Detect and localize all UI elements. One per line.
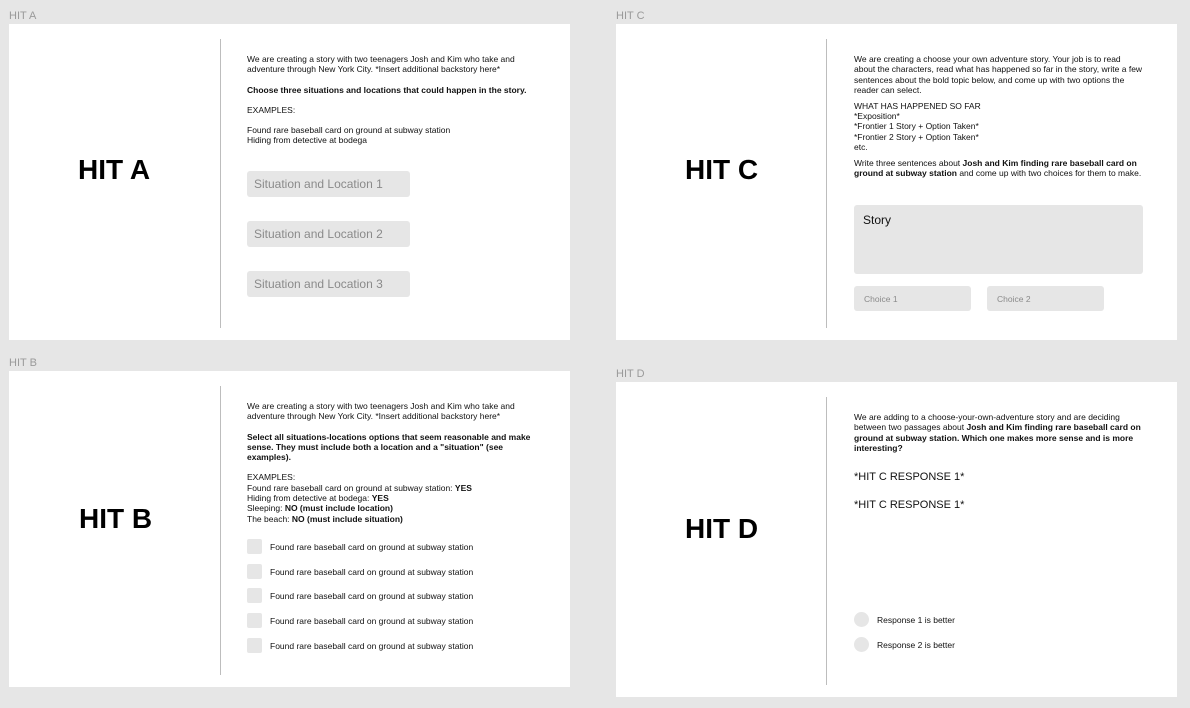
checkbox[interactable] xyxy=(247,539,262,554)
checkbox[interactable] xyxy=(247,613,262,628)
divider xyxy=(826,397,827,685)
hit-b-title: HIT B xyxy=(79,503,153,534)
option-row[interactable]: Found rare baseball card on ground at su… xyxy=(247,539,473,554)
radio-option-2[interactable]: Response 2 is better xyxy=(854,637,955,652)
radio-button[interactable] xyxy=(854,637,869,652)
frame-label-hit-a: HIT A xyxy=(9,10,37,22)
hit-a-frame: HIT A We are creating a story with two t… xyxy=(9,24,570,340)
example-verdict: NO (must include situation) xyxy=(291,513,403,524)
response-2-text: *HIT C RESPONSE 1* xyxy=(854,499,965,511)
hit-b-frame: HIT B We are creating a story with two t… xyxy=(9,371,570,687)
checkbox[interactable] xyxy=(247,564,262,579)
option-label: Found rare baseball card on ground at su… xyxy=(270,590,474,601)
radio-label: Response 1 is better xyxy=(877,614,955,625)
option-label: Found rare baseball card on ground at su… xyxy=(270,640,474,651)
situation-location-3-input[interactable]: Situation and Location 3 xyxy=(247,271,410,297)
frame-label-hit-d: HIT D xyxy=(616,368,645,380)
write-suffix: and come up with two choices for them to… xyxy=(956,167,1142,178)
option-row[interactable]: Found rare baseball card on ground at su… xyxy=(247,638,473,653)
divider xyxy=(220,386,221,675)
write-instruction: Write three sentences about Josh and Kim… xyxy=(854,158,1144,179)
example-verdict: YES xyxy=(454,482,472,493)
example-text: Sleeping: xyxy=(247,503,285,514)
radio-button[interactable] xyxy=(854,612,869,627)
instruction-text: Select all situations-locations options … xyxy=(247,431,531,463)
example-verdict: NO (must include location) xyxy=(284,503,393,514)
hit-a-text: We are creating a story with two teenage… xyxy=(247,54,537,146)
examples-label: EXAMPLES: xyxy=(247,104,296,115)
checkbox[interactable] xyxy=(247,588,262,603)
hit-c-frame: HIT C We are creating a choose your own … xyxy=(616,24,1177,340)
so-far-item: *Frontier 2 Story + Option Taken* xyxy=(854,131,979,142)
choice-2-input[interactable]: Choice 2 xyxy=(987,286,1104,311)
example-item: Hiding from detective at bodega: YES xyxy=(247,493,537,503)
hit-d-frame: HIT D We are adding to a choose-your-own… xyxy=(616,382,1177,697)
hit-c-text: We are creating a choose your own advent… xyxy=(854,54,1144,178)
option-label: Found rare baseball card on ground at su… xyxy=(270,566,474,577)
intro-text: We are adding to a choose-your-own-adven… xyxy=(854,412,1144,453)
so-far-label: WHAT HAS HAPPENED SO FAR xyxy=(854,100,981,111)
so-far-item: etc. xyxy=(854,141,868,152)
response-1-text: *HIT C RESPONSE 1* xyxy=(854,471,965,483)
example-item: Found rare baseball card on ground at su… xyxy=(247,483,537,493)
write-prefix: Write three sentences about xyxy=(854,157,963,168)
hit-d-title: HIT D xyxy=(685,513,759,544)
instruction-text: Choose three situations and locations th… xyxy=(247,84,527,95)
example-text: Found rare baseball card on ground at su… xyxy=(247,482,455,493)
situation-location-2-input[interactable]: Situation and Location 2 xyxy=(247,221,410,247)
option-label: Found rare baseball card on ground at su… xyxy=(270,615,474,626)
example-item: The beach: NO (must include situation) xyxy=(247,514,537,524)
frame-label-hit-c: HIT C xyxy=(616,10,645,22)
hit-b-text: We are creating a story with two teenage… xyxy=(247,401,537,524)
option-row[interactable]: Found rare baseball card on ground at su… xyxy=(247,588,473,603)
intro-text: We are creating a choose your own advent… xyxy=(854,54,1143,95)
example-item: Found rare baseball card on ground at su… xyxy=(247,125,451,136)
hit-d-text: We are adding to a choose-your-own-adven… xyxy=(854,412,1144,453)
situation-location-1-input[interactable]: Situation and Location 1 xyxy=(247,171,410,197)
divider xyxy=(826,39,827,328)
example-item: Sleeping: NO (must include location) xyxy=(247,503,537,513)
divider xyxy=(220,39,221,328)
intro-text: We are creating a story with two teenage… xyxy=(247,54,515,75)
story-textarea[interactable]: Story xyxy=(854,205,1143,274)
intro-text: We are creating a story with two teenage… xyxy=(247,401,515,422)
so-far-item: *Exposition* xyxy=(854,110,900,121)
option-row[interactable]: Found rare baseball card on ground at su… xyxy=(247,613,473,628)
frame-label-hit-b: HIT B xyxy=(9,357,37,369)
option-label: Found rare baseball card on ground at su… xyxy=(270,541,474,552)
example-item: Hiding from detective at bodega xyxy=(247,135,368,146)
choice-1-input[interactable]: Choice 1 xyxy=(854,286,971,311)
radio-label: Response 2 is better xyxy=(877,639,955,650)
example-text: The beach: xyxy=(247,513,292,524)
checkbox[interactable] xyxy=(247,638,262,653)
example-text: Hiding from detective at bodega: xyxy=(247,493,372,504)
hit-a-title: HIT A xyxy=(78,154,151,185)
examples-label: EXAMPLES: xyxy=(247,472,296,483)
example-verdict: YES xyxy=(371,493,389,504)
option-row[interactable]: Found rare baseball card on ground at su… xyxy=(247,564,473,579)
radio-option-1[interactable]: Response 1 is better xyxy=(854,612,955,627)
hit-c-title: HIT C xyxy=(685,154,759,185)
so-far-item: *Frontier 1 Story + Option Taken* xyxy=(854,121,979,132)
